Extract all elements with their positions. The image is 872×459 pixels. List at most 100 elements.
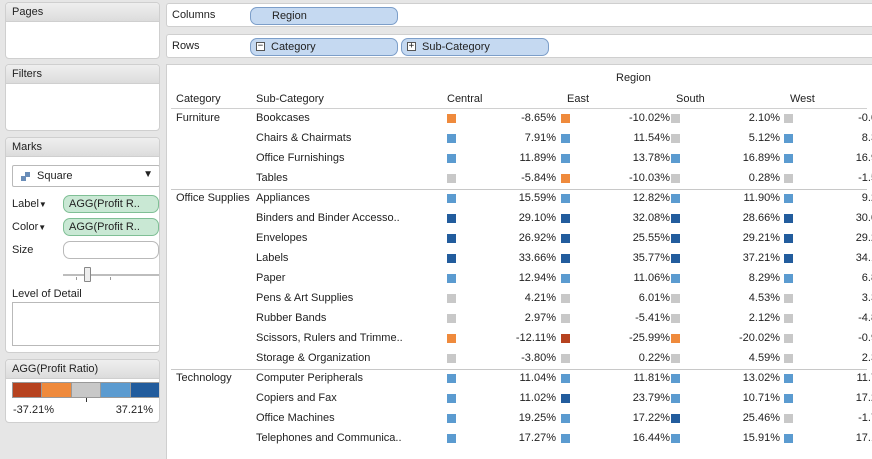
profit-ratio-cell[interactable]: 16.44%	[556, 429, 670, 449]
profit-ratio-cell[interactable]: 19.25%	[442, 409, 556, 429]
profit-ratio-cell[interactable]: -5.41%	[556, 309, 670, 329]
label-shelf-button[interactable]: Label▼	[12, 195, 47, 213]
square-mark[interactable]	[561, 134, 570, 143]
profit-ratio-cell[interactable]: -0.07%	[779, 109, 872, 129]
profit-ratio-cell[interactable]: 13.02%	[666, 369, 780, 389]
sub-category-label[interactable]: Envelopes	[256, 232, 307, 244]
square-mark[interactable]	[561, 114, 570, 123]
square-mark[interactable]	[784, 134, 793, 143]
profit-ratio-cell[interactable]: 29.21%	[666, 229, 780, 249]
square-mark[interactable]	[671, 414, 680, 423]
category-pill[interactable]: − Category	[250, 38, 398, 56]
square-mark[interactable]	[784, 154, 793, 163]
profit-ratio-cell[interactable]: 8.29%	[666, 269, 780, 289]
square-mark[interactable]	[447, 374, 456, 383]
sub-category-label[interactable]: Binders and Binder Accesso..	[256, 212, 400, 224]
square-mark[interactable]	[561, 334, 570, 343]
square-mark[interactable]	[447, 254, 456, 263]
profit-ratio-cell[interactable]: 6.01%	[556, 289, 670, 309]
profit-ratio-cell[interactable]: 2.97%	[442, 309, 556, 329]
square-mark[interactable]	[784, 274, 793, 283]
square-mark[interactable]	[447, 314, 456, 323]
sub-category-label[interactable]: Copiers and Fax	[256, 392, 337, 404]
filters-card[interactable]: Filters	[5, 64, 160, 131]
square-mark[interactable]	[671, 234, 680, 243]
profit-ratio-cell[interactable]: 12.82%	[556, 189, 670, 209]
profit-ratio-cell[interactable]: -12.11%	[442, 329, 556, 349]
square-mark[interactable]	[447, 334, 456, 343]
profit-ratio-cell[interactable]: 11.81%	[556, 369, 670, 389]
sub-category-label[interactable]: Appliances	[256, 192, 310, 204]
profit-ratio-cell[interactable]: 4.21%	[442, 289, 556, 309]
columns-shelf[interactable]: Columns Region	[166, 3, 872, 27]
square-mark[interactable]	[671, 354, 680, 363]
square-mark[interactable]	[671, 434, 680, 443]
region-column-header[interactable]: Central	[447, 93, 482, 105]
profit-ratio-cell[interactable]: 30.01%	[779, 209, 872, 229]
square-mark[interactable]	[784, 414, 793, 423]
sub-category-label[interactable]: Tables	[256, 172, 288, 184]
profit-ratio-cell[interactable]: 29.25%	[779, 229, 872, 249]
square-mark[interactable]	[784, 314, 793, 323]
profit-ratio-cell[interactable]: 2.12%	[666, 309, 780, 329]
profit-ratio-cell[interactable]: -20.02%	[666, 329, 780, 349]
region-column-header[interactable]: East	[567, 93, 589, 105]
size-shelf-dropzone[interactable]	[63, 241, 159, 259]
profit-ratio-cell[interactable]: 17.27%	[442, 429, 556, 449]
profit-ratio-cell[interactable]: 11.02%	[442, 389, 556, 409]
square-mark[interactable]	[784, 394, 793, 403]
sub-category-label[interactable]: Paper	[256, 272, 285, 284]
square-mark[interactable]	[561, 294, 570, 303]
square-mark[interactable]	[671, 374, 680, 383]
square-mark[interactable]	[447, 414, 456, 423]
profit-ratio-cell[interactable]: 25.46%	[666, 409, 780, 429]
sub-category-label[interactable]: Scissors, Rulers and Trimme..	[256, 332, 403, 344]
square-mark[interactable]	[671, 154, 680, 163]
color-pill[interactable]: AGG(Profit R..	[63, 218, 159, 236]
square-mark[interactable]	[671, 114, 680, 123]
sub-category-label[interactable]: Chairs & Chairmats	[256, 132, 351, 144]
square-mark[interactable]	[784, 254, 793, 263]
profit-ratio-cell[interactable]: -0.98%	[779, 329, 872, 349]
profit-ratio-cell[interactable]: 13.78%	[556, 149, 670, 169]
sub-category-label[interactable]: Telephones and Communica..	[256, 432, 402, 444]
profit-ratio-cell[interactable]: -5.84%	[442, 169, 556, 189]
profit-ratio-cell[interactable]: 11.04%	[442, 369, 556, 389]
profit-ratio-cell[interactable]: 15.59%	[442, 189, 556, 209]
profit-ratio-cell[interactable]: 28.66%	[666, 209, 780, 229]
profit-ratio-cell[interactable]: 16.98%	[779, 149, 872, 169]
profit-ratio-cell[interactable]: 0.22%	[556, 349, 670, 369]
profit-ratio-cell[interactable]: 4.53%	[666, 289, 780, 309]
level-of-detail-dropzone[interactable]	[12, 302, 159, 346]
region-column-header[interactable]: South	[676, 93, 705, 105]
square-mark[interactable]	[447, 174, 456, 183]
square-mark[interactable]	[561, 274, 570, 283]
mark-type-dropdown[interactable]: Square ▼	[12, 165, 159, 187]
sub-category-label[interactable]: Storage & Organization	[256, 352, 370, 364]
square-mark[interactable]	[561, 174, 570, 183]
square-mark[interactable]	[447, 434, 456, 443]
square-mark[interactable]	[784, 174, 793, 183]
profit-ratio-cell[interactable]: 8.32%	[779, 129, 872, 149]
profit-ratio-cell[interactable]: 15.91%	[666, 429, 780, 449]
profit-ratio-cell[interactable]: 6.82%	[779, 269, 872, 289]
profit-ratio-cell[interactable]: 10.71%	[666, 389, 780, 409]
square-mark[interactable]	[784, 354, 793, 363]
profit-ratio-cell[interactable]: 17.22%	[556, 409, 670, 429]
profit-ratio-cell[interactable]: -10.02%	[556, 109, 670, 129]
color-legend-ramp[interactable]	[12, 382, 159, 398]
profit-ratio-cell[interactable]: 9.28%	[779, 189, 872, 209]
square-mark[interactable]	[447, 134, 456, 143]
square-mark[interactable]	[447, 354, 456, 363]
square-mark[interactable]	[561, 314, 570, 323]
square-mark[interactable]	[784, 194, 793, 203]
square-mark[interactable]	[447, 274, 456, 283]
region-column-header[interactable]: West	[790, 93, 815, 105]
size-slider-track[interactable]	[63, 274, 159, 276]
profit-ratio-cell[interactable]: -8.65%	[442, 109, 556, 129]
profit-ratio-cell[interactable]: 3.38%	[779, 289, 872, 309]
profit-ratio-cell[interactable]: -10.03%	[556, 169, 670, 189]
square-mark[interactable]	[784, 214, 793, 223]
square-mark[interactable]	[561, 434, 570, 443]
profit-ratio-cell[interactable]: -1.52%	[779, 169, 872, 189]
